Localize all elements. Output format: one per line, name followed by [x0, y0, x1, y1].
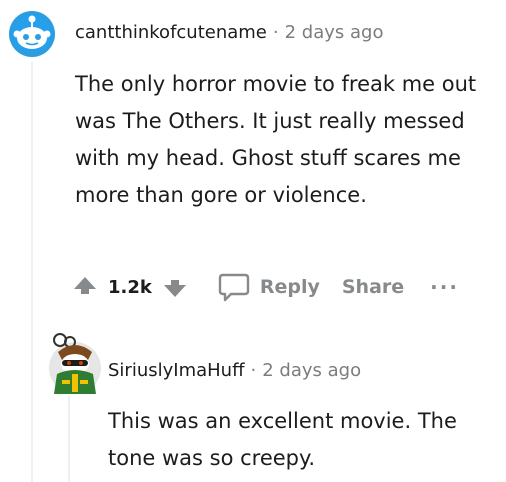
- vote-score: 1.2k: [108, 276, 152, 298]
- speech-bubble-icon: [218, 273, 250, 302]
- downvote-arrow-icon: [163, 277, 186, 297]
- downvote-button[interactable]: [162, 274, 188, 300]
- share-button[interactable]: Share: [342, 276, 404, 298]
- reply-username[interactable]: SiriuslyImaHuff: [108, 360, 245, 381]
- username[interactable]: cantthinkofcutename: [75, 22, 267, 43]
- reply-label: Reply: [259, 276, 320, 298]
- timestamp[interactable]: 2 days ago: [285, 22, 384, 43]
- reply-timestamp[interactable]: 2 days ago: [262, 360, 361, 381]
- reply-separator: ·: [250, 360, 257, 381]
- custom-snoo-avatar-icon: [49, 333, 101, 394]
- comment-meta: cantthinkofcutename · 2 days ago: [75, 22, 383, 43]
- upvote-button[interactable]: [72, 274, 98, 300]
- reply-meta: SiriuslyImaHuff · 2 days ago: [108, 360, 361, 381]
- separator: ·: [272, 22, 279, 43]
- snoo-avatar-icon: [9, 11, 55, 57]
- reply-avatar[interactable]: [48, 330, 102, 396]
- upvote-arrow-icon: [74, 277, 96, 297]
- reply-body: This was an excellent movie. The tone wa…: [108, 409, 457, 470]
- reply-button[interactable]: Reply: [218, 272, 320, 302]
- comment-actions: 1.2k Reply Share ···: [72, 268, 459, 306]
- more-options-icon[interactable]: ···: [430, 275, 459, 299]
- avatar[interactable]: [8, 10, 56, 58]
- thread-line[interactable]: [31, 62, 33, 482]
- comment-body: The only horror movie to freak me out wa…: [75, 72, 477, 207]
- reply-thread-line[interactable]: [68, 396, 70, 482]
